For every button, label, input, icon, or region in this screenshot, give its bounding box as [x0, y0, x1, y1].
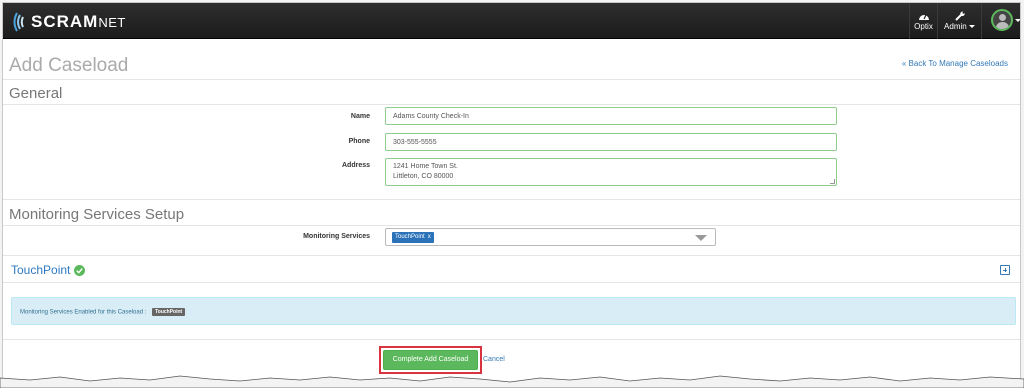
nav-admin-dropdown[interactable]: Admin — [937, 3, 981, 39]
address-line-2: Littleton, CO 80000 — [393, 173, 454, 180]
phone-label: Phone — [348, 138, 370, 145]
chevron-down-icon — [1015, 19, 1020, 22]
top-navbar: SCRAMNET Optix Admin — [3, 3, 1020, 39]
wrench-icon — [954, 11, 965, 21]
address-label: Address — [341, 162, 370, 169]
divider — [3, 282, 1020, 283]
chip-remove-button[interactable]: x — [428, 234, 431, 240]
monitoring-services-label: Monitoring Services — [303, 233, 370, 240]
resize-handle-icon[interactable] — [830, 179, 835, 184]
name-label: Name — [350, 113, 370, 120]
section-heading-general: General — [9, 85, 63, 102]
divider — [3, 79, 1020, 80]
torn-edge — [0, 375, 1024, 388]
scramnet-logo-icon — [13, 12, 24, 32]
info-alert: Monitoring Services Enabled for this Cas… — [11, 297, 1016, 325]
plus-square-icon[interactable] — [1000, 265, 1010, 275]
dashboard-gauge-icon — [918, 14, 929, 20]
check-circle-icon — [74, 264, 86, 276]
address-textarea[interactable]: 1241 Home Town St. Littleton, CO 80000 — [385, 158, 837, 186]
divider — [3, 199, 1020, 200]
page-title: Add Caseload — [9, 55, 129, 76]
name-field[interactable]: Adams County Check-In — [385, 107, 837, 125]
avatar — [991, 9, 1013, 31]
divider — [3, 225, 1020, 226]
address-line-1: 1241 Home Town St. — [393, 163, 458, 170]
chevron-down-icon — [968, 25, 975, 29]
touchpoint-title: TouchPoint — [11, 263, 71, 277]
brand-logo[interactable]: SCRAMNET — [11, 11, 126, 33]
selected-service-chip: TouchPoint x — [392, 232, 434, 243]
divider — [3, 255, 1020, 256]
monitoring-services-select[interactable]: TouchPoint x — [385, 228, 716, 246]
chip-label: TouchPoint — [395, 234, 425, 240]
phone-field[interactable]: 303-555-5555 — [385, 133, 837, 151]
divider — [3, 104, 1020, 105]
brand-name: SCRAMNET — [31, 12, 126, 31]
section-heading-monitoring: Monitoring Services Setup — [9, 206, 185, 223]
info-text: Monitoring Services Enabled for this Cas… — [20, 309, 147, 316]
nav-optix[interactable]: Optix — [909, 3, 937, 39]
nav-user-menu[interactable] — [981, 3, 1020, 39]
touchpoint-panel-header[interactable]: TouchPoint — [11, 263, 86, 277]
nav-admin-label: Admin — [944, 22, 967, 31]
nav-optix-label: Optix — [914, 22, 933, 31]
divider — [3, 339, 1020, 340]
service-badge: TouchPoint — [152, 308, 186, 316]
back-to-manage-caseloads-link[interactable]: « Back To Manage Caseloads — [902, 59, 1008, 68]
dropdown-arrow-icon[interactable] — [695, 235, 707, 241]
app-frame: SCRAMNET Optix Admin Add Caseload « Back… — [2, 2, 1021, 386]
cancel-link[interactable]: Cancel — [483, 356, 505, 363]
complete-add-caseload-button[interactable]: Complete Add Caseload — [383, 350, 478, 370]
